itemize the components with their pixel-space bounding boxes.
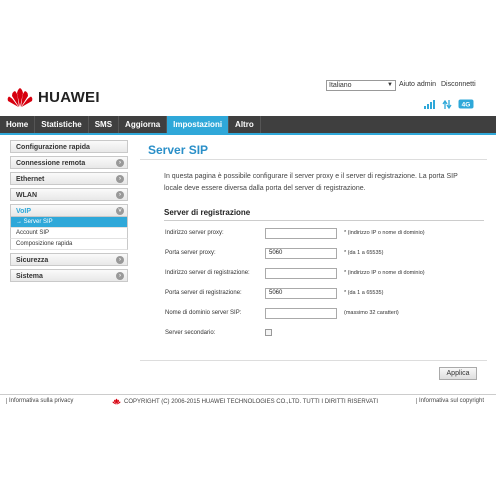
copyright-text: COPYRIGHT (C) 2006-2015 HUAWEI TECHNOLOG… (112, 398, 378, 405)
field-label: Porta server di registrazione: (165, 290, 242, 296)
chevron-right-icon: › (116, 272, 124, 280)
copyright-policy-link[interactable]: Informativa sul copyright (415, 398, 484, 404)
sidebar-item-label: Configurazione rapida (16, 144, 90, 151)
sip-domain-input[interactable] (265, 308, 337, 319)
sidebar-item-label: Ethernet (16, 176, 45, 183)
form-row-proxy-address: Indirizzo server proxy: * (indirizzo IP … (165, 228, 485, 240)
voip-submenu: → Server SIP Account SIP Composizione ra… (10, 217, 128, 250)
chevron-right-icon: › (116, 191, 124, 199)
sidebar-item-configurazione-rapida[interactable]: Configurazione rapida (10, 140, 128, 153)
field-hint: * (indirizzo IP o nome di dominio) (344, 230, 425, 236)
form-actions: Applica (140, 360, 487, 382)
huawei-logo-icon (112, 398, 121, 405)
sidebar-item-label: Sicurezza (16, 257, 49, 264)
footer: Informativa sulla privacy COPYRIGHT (C) … (0, 394, 496, 408)
sidebar-item-wlan[interactable]: WLAN › (10, 188, 128, 201)
status-icons: 4G (424, 96, 474, 114)
header: HUAWEI Italiano ▼ Aiuto admin Disconnett… (0, 76, 496, 116)
nav-home[interactable]: Home (0, 116, 36, 133)
page-description: In questa pagina è possibile configurare… (164, 173, 458, 192)
sidebar-item-ethernet[interactable]: Ethernet › (10, 172, 128, 185)
sidebar-subitem-composizione-rapida[interactable]: Composizione rapida (10, 239, 128, 250)
sidebar-subitem-account-sip[interactable]: Account SIP (10, 228, 128, 239)
nav-accent-strip (0, 133, 496, 135)
field-hint: * (da 1 a 65535) (344, 290, 384, 296)
chevron-right-icon: › (116, 256, 124, 264)
sidebar-item-label: Sistema (16, 273, 43, 280)
nav-impostazioni[interactable]: Impostazioni (167, 116, 230, 133)
sidebar-item-sicurezza[interactable]: Sicurezza › (10, 253, 128, 266)
brand-name: HUAWEI (38, 88, 100, 106)
privacy-link[interactable]: Informativa sulla privacy (6, 398, 73, 404)
field-hint: (massimo 32 caratteri) (344, 310, 399, 316)
proxy-address-input[interactable] (265, 228, 337, 239)
sidebar-item-sistema[interactable]: Sistema › (10, 269, 128, 282)
nav-sms[interactable]: SMS (89, 116, 120, 133)
form-row-secondary-server: Server secondario: (165, 328, 485, 340)
signal-icon (424, 96, 436, 114)
field-label: Porta server proxy: (165, 250, 216, 256)
nav-altro[interactable]: Altro (229, 116, 261, 133)
proxy-port-input[interactable]: 5060 (265, 248, 337, 259)
form-row-registrar-port: Porta server di registrazione: 5060 * (d… (165, 288, 485, 300)
copyright-label: COPYRIGHT (C) 2006-2015 HUAWEI TECHNOLOG… (124, 398, 379, 405)
language-value: Italiano (329, 82, 352, 89)
chevron-right-icon: › (116, 175, 124, 183)
help-link[interactable]: Aiuto (399, 81, 415, 88)
logo: HUAWEI (6, 86, 100, 108)
sidebar-item-label: Connessione remota (16, 160, 86, 167)
form-row-proxy-port: Porta server proxy: 5060 * (da 1 a 65535… (165, 248, 485, 260)
sidebar-item-connessione-remota[interactable]: Connessione remota › (10, 156, 128, 169)
chevron-down-icon: ▼ (387, 82, 393, 88)
registrar-address-input[interactable] (265, 268, 337, 279)
main-content: Server SIP In questa pagina è possibile … (140, 140, 487, 390)
field-label: Indirizzo server proxy: (165, 230, 224, 236)
form-row-sip-domain: Nome di dominio server SIP: (massimo 32 … (165, 308, 485, 320)
4g-icon: 4G (458, 96, 474, 114)
section-title: Server di registrazione (164, 208, 484, 221)
form-row-registrar-address: Indirizzo server di registrazione: * (in… (165, 268, 485, 280)
sidebar-subitem-server-sip[interactable]: → Server SIP (10, 217, 128, 228)
chevron-down-icon: ˅ (116, 207, 124, 215)
field-hint: * (da 1 a 65535) (344, 250, 384, 256)
field-hint: * (indirizzo IP o nome di dominio) (344, 270, 425, 276)
sidebar-item-voip[interactable]: VoIP ˅ (10, 204, 128, 217)
nav-statistiche[interactable]: Statistiche (35, 116, 89, 133)
username: admin (417, 81, 437, 88)
sidebar-item-label: VoIP (16, 208, 32, 215)
logout-link[interactable]: Disconnetti (441, 81, 476, 88)
field-label: Indirizzo server di registrazione: (165, 270, 250, 276)
nav-aggiorna[interactable]: Aggiorna (119, 116, 168, 133)
main-nav: Home Statistiche SMS Aggiorna Impostazio… (0, 116, 496, 133)
apply-button[interactable]: Applica (439, 367, 477, 380)
language-select[interactable]: Italiano ▼ (326, 80, 396, 91)
registrar-port-input[interactable]: 5060 (265, 288, 337, 299)
sidebar-item-label: WLAN (16, 192, 37, 199)
svg-text:4G: 4G (462, 102, 471, 109)
page-title: Server SIP (140, 140, 487, 160)
transfer-icon (442, 96, 452, 114)
field-label: Server secondario: (165, 330, 216, 336)
field-label: Nome di dominio server SIP: (165, 310, 242, 316)
huawei-logo-icon (7, 88, 33, 107)
sidebar: Configurazione rapida Connessione remota… (10, 140, 128, 285)
secondary-server-checkbox[interactable] (265, 329, 272, 336)
chevron-right-icon: › (116, 159, 124, 167)
